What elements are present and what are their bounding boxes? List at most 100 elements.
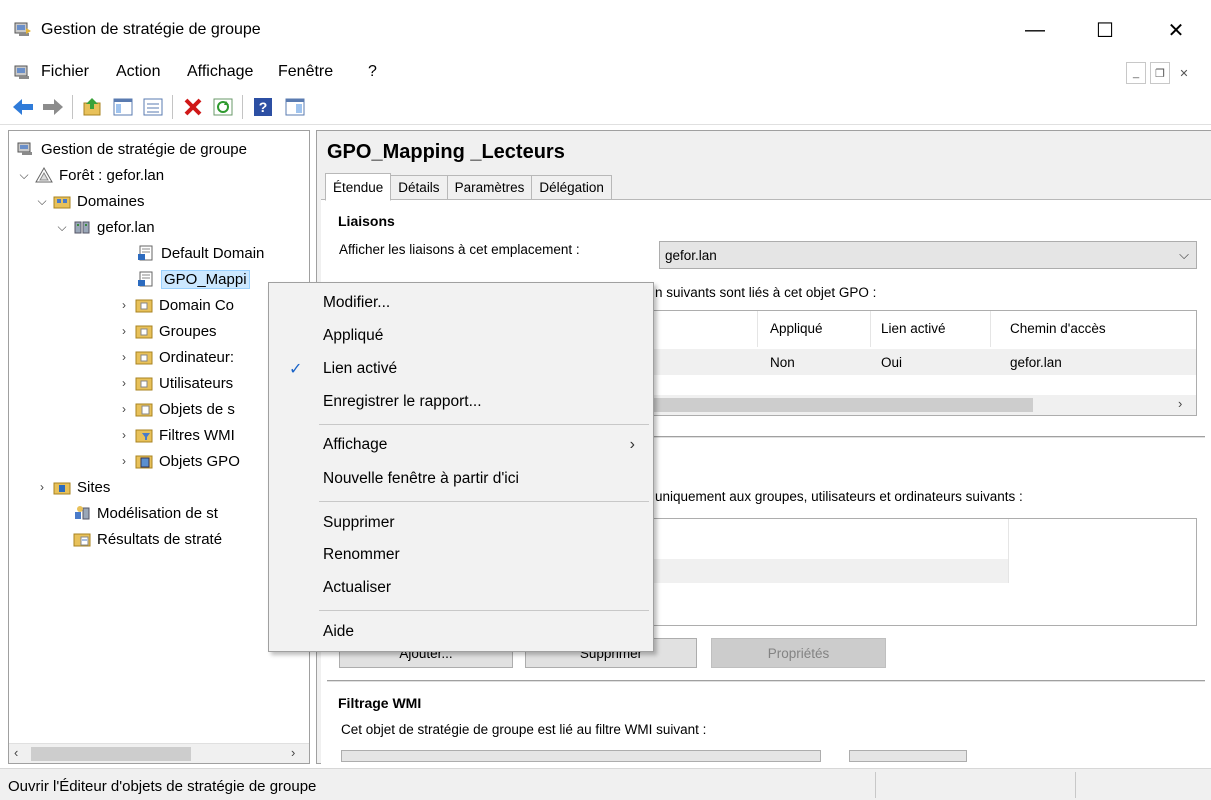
column-separator <box>757 311 758 347</box>
section-divider[interactable] <box>327 680 1205 683</box>
expand-chevron-icon[interactable]: › <box>117 376 131 390</box>
tree-item-default-domain-policy[interactable]: Default Domain <box>137 242 264 264</box>
column-separator <box>990 311 991 347</box>
expand-chevron-icon[interactable]: › <box>35 480 49 494</box>
properties-button[interactable]: Propriétés <box>711 638 886 668</box>
ou-folder-icon <box>135 323 153 339</box>
ou-folder-icon <box>135 297 153 313</box>
menu-item-applique[interactable]: Appliqué <box>269 320 653 352</box>
tree-item-gpo-mapping[interactable]: GPO_Mappi <box>137 268 250 290</box>
column-header-applique[interactable]: Appliqué <box>770 321 823 336</box>
tree-item-groupes[interactable]: › Groupes <box>117 320 217 342</box>
menu-separator <box>319 501 649 502</box>
toolbar: ? <box>0 89 1211 125</box>
expand-chevron-icon[interactable]: ⌵ <box>35 194 49 209</box>
domain-icon <box>73 219 91 235</box>
menu-item-aide[interactable]: Aide <box>269 616 653 648</box>
modeling-icon <box>73 505 91 521</box>
column-header-chemin[interactable]: Chemin d'accès <box>1010 321 1106 336</box>
tree-item-ordinateurs[interactable]: › Ordinateur: <box>117 346 234 368</box>
menu-bar: Fichier Action Affichage Fenêtre ? _ ❐ ✕ <box>0 57 1211 89</box>
menu-item-lien-active[interactable]: ✓ Lien activé <box>269 353 653 385</box>
show-tree-icon[interactable] <box>110 94 136 120</box>
tree-item-domain-controllers[interactable]: › Domain Co <box>117 294 234 316</box>
up-folder-icon[interactable] <box>80 94 106 120</box>
submenu-arrow-icon: › <box>629 436 635 453</box>
forward-arrow-icon[interactable] <box>40 94 66 120</box>
scroll-left-arrow-icon[interactable]: ‹ <box>14 745 18 760</box>
mdi-restore-button[interactable]: ❐ <box>1150 62 1170 84</box>
expand-chevron-icon[interactable]: › <box>117 402 131 416</box>
cell-applique: Non <box>770 355 795 370</box>
list-view-icon[interactable] <box>140 94 166 120</box>
expand-chevron-icon[interactable]: › <box>117 324 131 338</box>
menu-affichage[interactable]: Affichage <box>187 63 253 81</box>
expand-chevron-icon[interactable]: › <box>117 428 131 442</box>
menu-item-actualiser[interactable]: Actualiser <box>269 572 653 604</box>
menu-item-affichage[interactable]: Affichage › <box>269 429 653 461</box>
tree-item-resultats[interactable]: Résultats de straté <box>73 528 222 550</box>
security-filter-text: uniquement aux groupes, utilisateurs et … <box>655 489 1023 504</box>
document-menu-icon[interactable] <box>14 63 32 81</box>
gpo-link-icon <box>137 245 155 261</box>
starter-gpo-folder-icon <box>135 453 153 469</box>
minimize-button[interactable]: — <box>1000 8 1070 52</box>
tab-details[interactable]: Détails <box>390 175 448 200</box>
back-arrow-icon[interactable] <box>10 94 36 120</box>
location-combobox[interactable]: gefor.lan ⌵ <box>659 241 1197 269</box>
wmi-filter-combobox[interactable] <box>341 750 821 762</box>
svg-text:?: ? <box>259 99 268 115</box>
tree-item-domain-gefor[interactable]: ⌵ gefor.lan <box>55 216 154 238</box>
expand-chevron-icon[interactable]: › <box>117 350 131 364</box>
menu-item-renommer[interactable]: Renommer <box>269 539 653 571</box>
help-icon[interactable]: ? <box>250 94 276 120</box>
tab-delegation[interactable]: Délégation <box>531 175 612 200</box>
tree-item-modelisation[interactable]: Modélisation de st <box>73 502 218 524</box>
properties-view-icon[interactable] <box>282 94 308 120</box>
tree-item-foret[interactable]: ⌵ Forêt : gefor.lan <box>17 164 164 186</box>
cell-lien-active: Oui <box>881 355 903 370</box>
maximize-button[interactable]: ☐ <box>1070 8 1140 52</box>
menu-item-enregistrer-rapport[interactable]: Enregistrer le rapport... <box>269 386 653 418</box>
close-button[interactable]: ✕ <box>1141 8 1211 52</box>
tree-item-gpmc-root[interactable]: Gestion de stratégie de groupe <box>17 138 247 160</box>
wmi-open-button[interactable] <box>849 750 967 762</box>
status-separator <box>875 772 876 798</box>
tree-horizontal-scrollbar[interactable]: ‹ › <box>9 743 309 763</box>
refresh-icon[interactable] <box>210 94 236 120</box>
status-bar: Ouvrir l'Éditeur d'objets de stratégie d… <box>0 768 1211 800</box>
tree-item-objets-strategie[interactable]: › Objets de s <box>117 398 235 420</box>
scroll-right-arrow-icon[interactable]: › <box>1178 396 1182 411</box>
scrollbar-thumb[interactable] <box>31 747 191 761</box>
forest-triangle-icon <box>35 166 53 183</box>
menu-item-modifier[interactable]: Modifier... <box>269 287 653 319</box>
cell-chemin: gefor.lan <box>1010 355 1062 370</box>
tab-etendue[interactable]: Étendue <box>325 173 392 201</box>
menu-help[interactable]: ? <box>368 63 377 81</box>
toolbar-separator <box>72 95 73 119</box>
expand-chevron-icon[interactable]: › <box>117 454 131 468</box>
mdi-close-button[interactable]: ✕ <box>1174 62 1194 84</box>
expand-chevron-icon[interactable]: ⌵ <box>17 168 31 183</box>
menu-item-nouvelle-fenetre[interactable]: Nouvelle fenêtre à partir d'ici <box>269 463 653 495</box>
expand-chevron-icon[interactable]: › <box>117 298 131 312</box>
tree-item-domaines[interactable]: ⌵ Domaines <box>35 190 144 212</box>
tree-item-objets-gpo-starter[interactable]: › Objets GPO <box>117 450 240 472</box>
gpmc-root-icon <box>17 141 35 157</box>
expand-chevron-icon[interactable]: ⌵ <box>55 220 69 235</box>
menu-fichier[interactable]: Fichier <box>41 63 89 81</box>
wmi-filtering-heading: Filtrage WMI <box>338 695 422 711</box>
mdi-minimize-button[interactable]: _ <box>1126 62 1146 84</box>
menu-item-supprimer[interactable]: Supprimer <box>269 507 653 539</box>
console-tree[interactable]: Gestion de stratégie de groupe ⌵ Forêt :… <box>8 130 310 764</box>
menu-action[interactable]: Action <box>116 63 160 81</box>
tree-item-sites[interactable]: › Sites <box>35 476 110 498</box>
scroll-right-arrow-icon[interactable]: › <box>291 745 295 760</box>
delete-icon[interactable] <box>180 94 206 120</box>
menu-fenetre[interactable]: Fenêtre <box>278 63 333 81</box>
checkmark-icon: ✓ <box>289 361 303 378</box>
column-header-lien-active[interactable]: Lien activé <box>881 321 946 336</box>
tab-parametres[interactable]: Paramètres <box>446 175 533 200</box>
tree-item-filtres-wmi[interactable]: › Filtres WMI <box>117 424 235 446</box>
tree-item-utilisateurs[interactable]: › Utilisateurs <box>117 372 233 394</box>
